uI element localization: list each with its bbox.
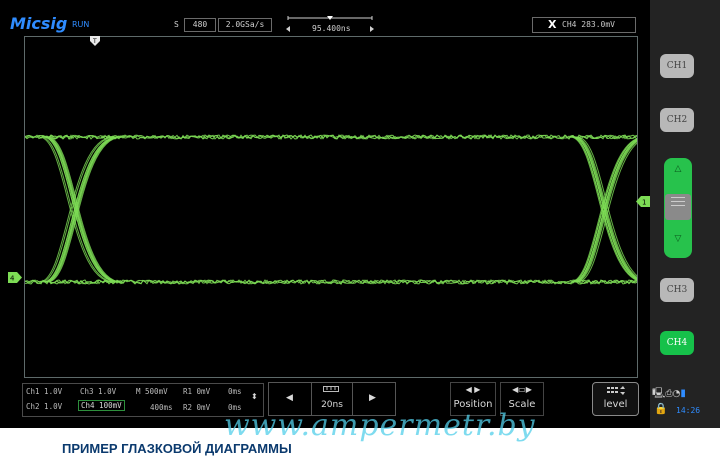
scale-arrows-icon: ◀▭▶ — [512, 385, 532, 394]
status-icons: 🖳⎙◔▮ — [652, 386, 686, 403]
level-label: level — [603, 399, 628, 410]
ch1-button[interactable]: CH1 — [660, 54, 694, 78]
ch4-scale[interactable]: Ch4 100mV — [78, 400, 125, 411]
ch3-scale[interactable]: Ch3 1.0V — [80, 387, 116, 396]
channel-ground-marker[interactable]: 4 — [8, 272, 22, 283]
top-status-bar: Micsig RUN S 480 2.0GSa/s 95.400ns X CH4… — [0, 0, 650, 34]
math-scale[interactable]: M 500mV — [136, 387, 168, 396]
figure-caption: ПРИМЕР ГЛАЗКОВОЙ ДИАГРАММЫ — [62, 441, 292, 456]
sample-rate-box[interactable]: 2.0GSa/s — [218, 18, 272, 32]
svg-text:4: 4 — [10, 275, 15, 283]
timebase-ruler-icon — [323, 386, 339, 392]
trigger-x-icon: X — [548, 18, 557, 31]
ref1-scale[interactable]: R1 0mV — [183, 387, 210, 396]
clock-time: 14:26 — [676, 406, 701, 415]
network-icon: 🖳 — [652, 388, 666, 399]
ch4-button[interactable]: CH4 — [660, 331, 694, 355]
usb-icon: ⎙ — [665, 389, 673, 399]
level-button[interactable]: level — [592, 382, 639, 416]
ch1-scale[interactable]: Ch1 1.0V — [26, 387, 62, 396]
scroll-down-icon[interactable]: ▽ — [664, 234, 692, 244]
brand-logo: Micsig — [10, 14, 68, 33]
position-arrows-icon: ◀ ▶ — [465, 385, 481, 394]
memory-depth-box[interactable]: 480 — [184, 18, 216, 32]
svg-text:1: 1 — [642, 199, 646, 207]
scroll-thumb[interactable] — [665, 194, 691, 220]
ref2-scale[interactable]: R2 0mV — [183, 403, 210, 412]
ch2-button[interactable]: CH2 — [660, 108, 694, 132]
lock-icon[interactable]: 🔒 — [654, 402, 668, 415]
sample-mode-label: S — [174, 20, 179, 29]
watermark-text: www.ampermetr.by — [224, 408, 536, 443]
math-time: 400ms — [150, 403, 173, 412]
vertical-scroll-control[interactable]: △ ▽ — [664, 158, 692, 258]
channel-spin-icon[interactable]: ⬍ — [251, 392, 258, 401]
battery-icon: ▮ — [680, 388, 686, 399]
trigger-position-marker[interactable]: T — [90, 36, 100, 46]
ch3-button[interactable]: CH3 — [660, 278, 694, 302]
trigger-label: CH4 283.0mV — [562, 20, 615, 29]
time-offset-value: 95.400ns — [312, 24, 351, 33]
menu-grid-icon — [607, 386, 625, 395]
time-offset-indicator[interactable]: 95.400ns — [284, 15, 376, 33]
run-state-indicator[interactable]: RUN — [72, 20, 89, 29]
waveform-grid[interactable] — [24, 36, 652, 378]
ref1-time: 0ms — [228, 387, 242, 396]
eye-diagram-trace — [24, 134, 652, 286]
ch2-scale[interactable]: Ch2 1.0V — [26, 402, 62, 411]
trigger-level-marker[interactable]: 1 — [636, 196, 650, 207]
timebase-right-icon[interactable]: ▶ — [369, 393, 376, 403]
scroll-up-icon[interactable]: △ — [664, 164, 692, 174]
svg-text:T: T — [92, 38, 97, 45]
